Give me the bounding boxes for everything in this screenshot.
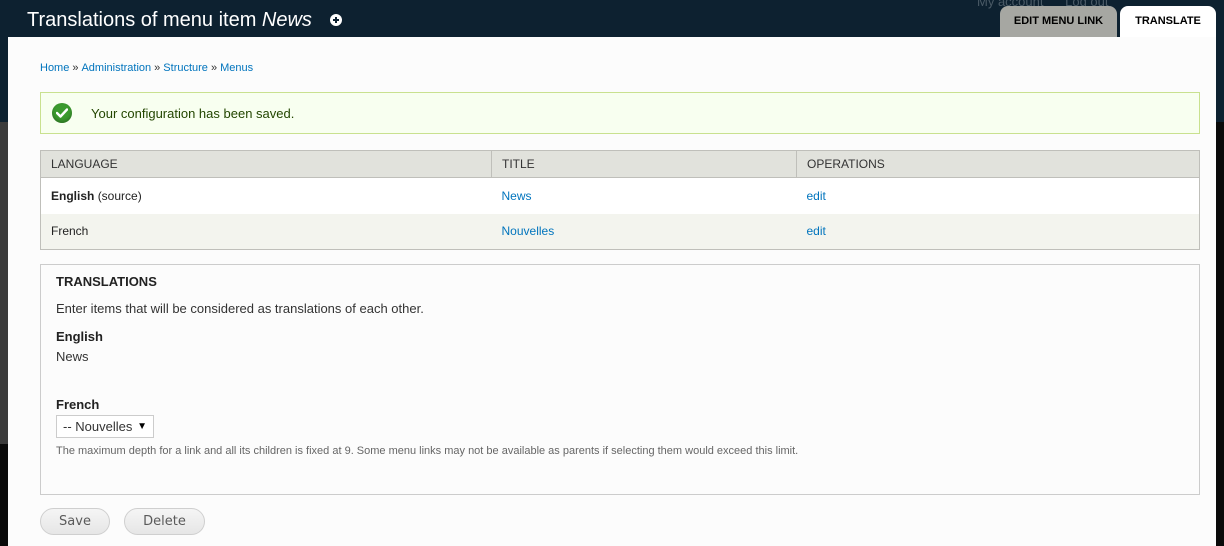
breadcrumb-separator: » — [72, 62, 79, 74]
french-label: French — [56, 397, 100, 412]
language-name: French — [51, 224, 89, 239]
translations-fieldset: Translations Enter items that will be co… — [40, 264, 1200, 495]
overlay-background-bottom — [0, 444, 8, 546]
cell-operations: edit — [796, 177, 1200, 214]
page-title-item: News — [261, 9, 312, 31]
primary-tabs: Edit menu link Translate — [997, 6, 1216, 37]
add-shortcut-icon[interactable] — [329, 13, 342, 26]
tab-translate[interactable]: Translate — [1120, 6, 1216, 37]
language-note: (source) — [97, 188, 142, 203]
status-message-text: Your configuration has been saved. — [91, 106, 295, 121]
cell-language: English (source) — [40, 177, 492, 214]
dropdown-arrow-icon: ▼ — [137, 421, 147, 432]
overlay-content: Home» Administration» Structure» Menus Your… — [8, 37, 1216, 546]
french-select-value: -- Nouvelles — [63, 419, 133, 434]
column-header-operations: Operations — [796, 150, 1200, 178]
breadcrumb-home[interactable]: Home — [40, 62, 69, 74]
translations-table: Language Title Operations English (sourc… — [40, 150, 1200, 250]
column-header-language: Language — [40, 150, 492, 178]
cell-language: French — [40, 213, 492, 250]
edit-link[interactable]: edit — [807, 189, 826, 203]
overlay-background-left — [0, 122, 8, 444]
breadcrumb-administration[interactable]: Administration — [81, 62, 151, 74]
table-row: English (source) News edit — [40, 177, 1200, 214]
edit-link[interactable]: edit — [807, 224, 826, 238]
save-button[interactable]: Save — [40, 508, 110, 535]
title-link[interactable]: News — [502, 189, 532, 203]
table-header-row: Language Title Operations — [40, 150, 1200, 178]
overlay-header: My account Log out Translations of menu … — [0, 0, 1224, 37]
fieldset-description: Enter items that will be considered as t… — [56, 301, 424, 316]
breadcrumb-separator: » — [154, 62, 161, 74]
check-circle-icon — [52, 103, 72, 123]
breadcrumb-separator: » — [210, 62, 218, 74]
delete-button[interactable]: Delete — [124, 508, 205, 535]
tab-edit-menu-link[interactable]: Edit menu link — [1000, 6, 1117, 37]
page-title-prefix: Translations of menu item — [27, 9, 262, 31]
breadcrumb-menus[interactable]: Menus — [220, 62, 253, 74]
english-label: English — [56, 329, 103, 344]
fieldset-legend: Translations — [56, 274, 157, 289]
page-title: Translations of menu item News — [27, 9, 342, 32]
status-message: Your configuration has been saved. — [40, 92, 1200, 134]
table-row: French Nouvelles edit — [40, 213, 1200, 250]
language-name: English — [51, 188, 95, 203]
cell-operations: edit — [796, 213, 1200, 250]
cell-title: Nouvelles — [491, 213, 797, 250]
french-select[interactable]: -- Nouvelles ▼ — [56, 415, 154, 438]
english-value: News — [56, 349, 89, 364]
breadcrumb-structure[interactable]: Structure — [163, 62, 208, 74]
column-header-title: Title — [491, 150, 797, 178]
cell-title: News — [491, 177, 797, 214]
breadcrumb: Home» Administration» Structure» Menus — [40, 62, 253, 74]
french-help-text: The maximum depth for a link and all its… — [56, 445, 799, 457]
title-link[interactable]: Nouvelles — [502, 224, 555, 238]
